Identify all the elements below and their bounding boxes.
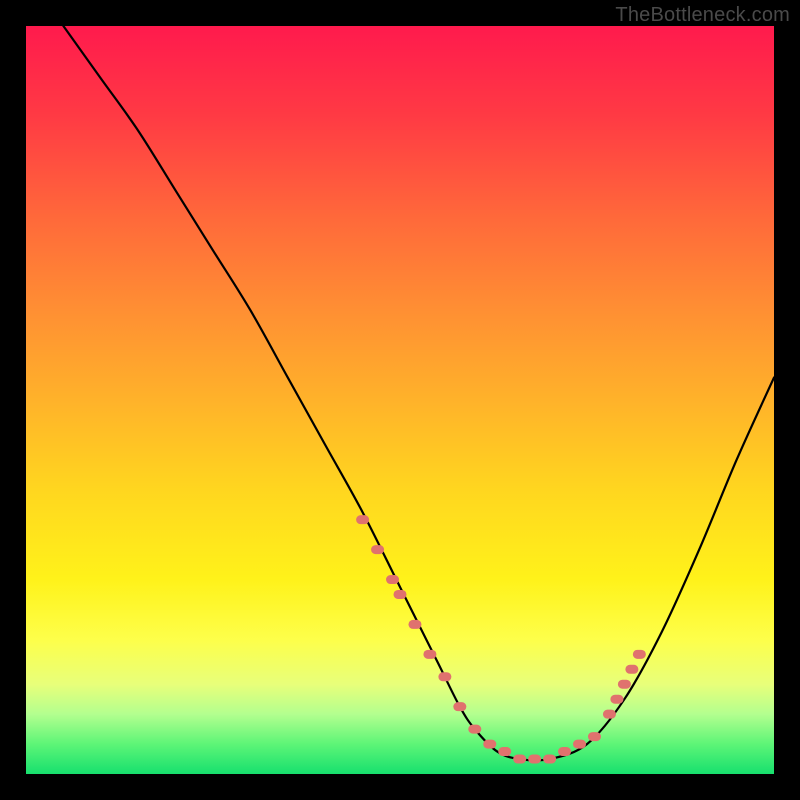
highlight-dot [468,725,481,734]
highlight-dot [618,680,631,689]
highlight-dot [603,710,616,719]
attribution-text: TheBottleneck.com [615,4,790,27]
highlight-dot [573,740,586,749]
highlight-dot [423,650,436,659]
highlight-dot [498,747,511,756]
highlight-dots [356,515,646,763]
highlight-dot [386,575,399,584]
highlight-dot [453,702,466,711]
bottleneck-curve [63,26,774,760]
highlight-dot [528,755,541,764]
chart-frame: TheBottleneck.com [0,0,800,800]
highlight-dot [371,545,384,554]
highlight-dot [633,650,646,659]
highlight-dot [543,755,556,764]
highlight-dot [438,672,451,681]
highlight-dot [588,732,601,741]
highlight-dot [610,695,623,704]
highlight-dot [558,747,571,756]
highlight-dot [625,665,638,674]
plot-area [26,26,774,774]
highlight-dot [408,620,421,629]
highlight-dot [513,755,526,764]
highlight-dot [483,740,496,749]
chart-svg [26,26,774,774]
highlight-dot [394,590,407,599]
highlight-dot [356,515,369,524]
